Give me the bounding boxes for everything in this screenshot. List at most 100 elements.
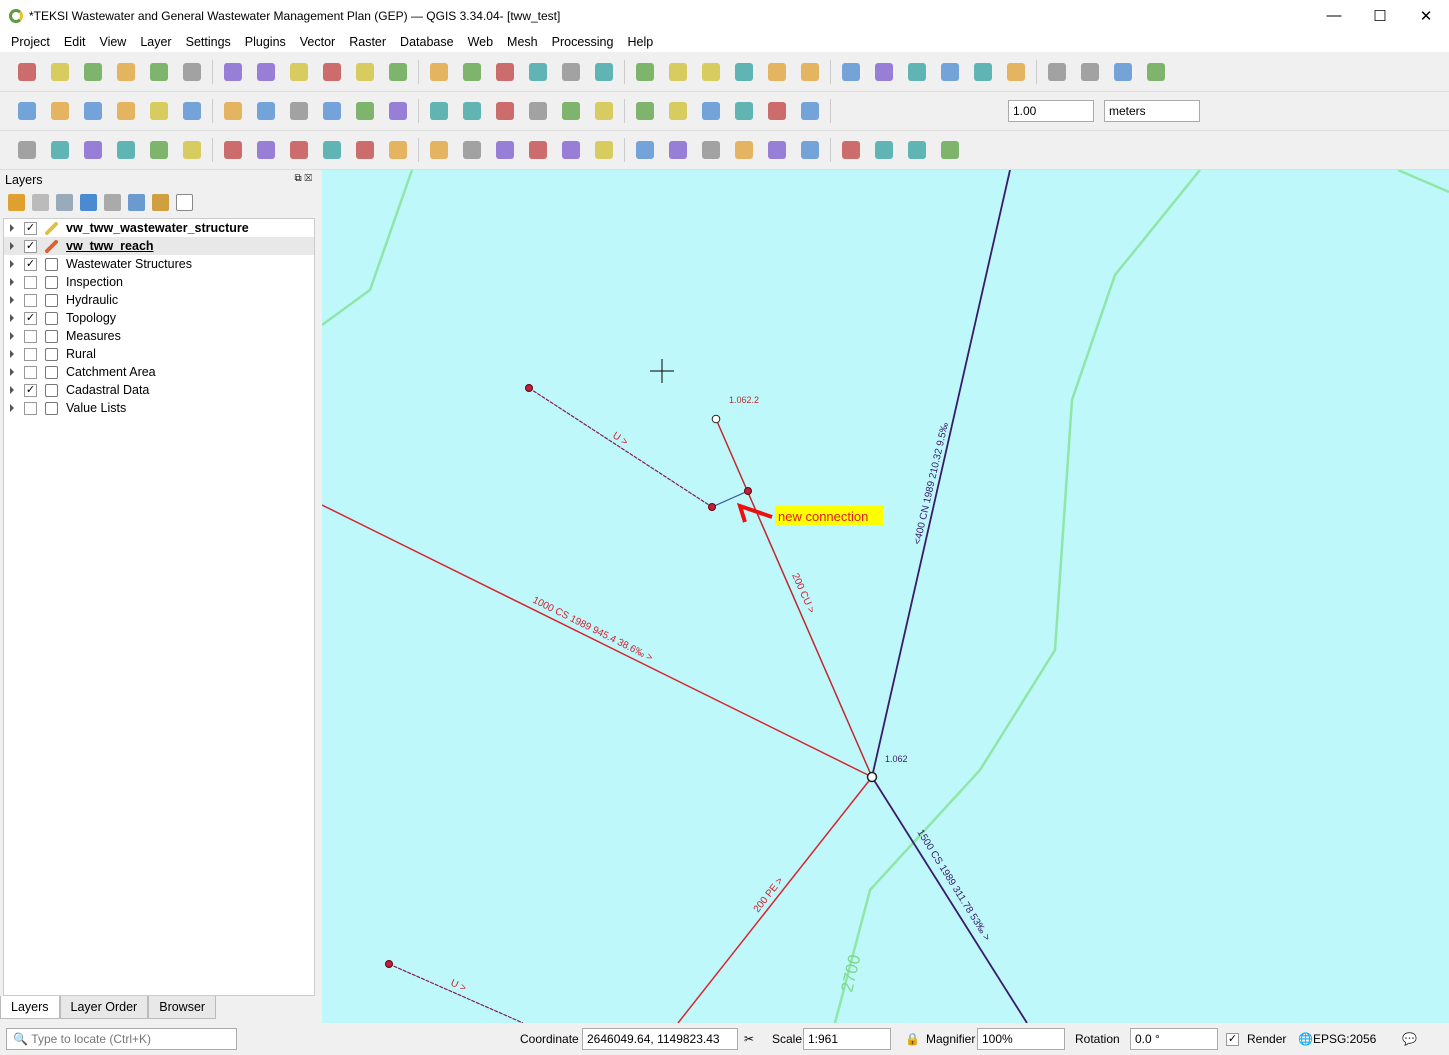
refresh-icon[interactable]: [731, 59, 757, 85]
cut-icon[interactable]: [253, 98, 279, 124]
copy-icon[interactable]: [286, 98, 312, 124]
reshape-icon[interactable]: [80, 137, 106, 163]
locator-input[interactable]: 🔍 Type to locate (Ctrl+K): [6, 1028, 237, 1050]
snap-vertex-icon[interactable]: [797, 98, 823, 124]
save-edits-icon[interactable]: [80, 98, 106, 124]
processing-toolbox-icon[interactable]: [970, 59, 996, 85]
split-parts-icon[interactable]: [492, 137, 518, 163]
scale-select[interactable]: 1:961: [803, 1028, 891, 1050]
collapse-all-icon[interactable]: [152, 194, 169, 211]
filter-icon[interactable]: [80, 194, 97, 211]
style-manager-icon[interactable]: [179, 59, 205, 85]
layer-item[interactable]: Catchment Area: [4, 363, 314, 381]
tab-layer-order[interactable]: Layer Order: [59, 996, 149, 1019]
menu-plugins[interactable]: Plugins: [238, 35, 293, 49]
tab-browser[interactable]: Browser: [148, 996, 217, 1019]
zoom-native-icon[interactable]: [459, 59, 485, 85]
deselect-icon[interactable]: [838, 59, 864, 85]
scale-icon[interactable]: [558, 137, 584, 163]
layout-manager-icon[interactable]: [146, 59, 172, 85]
map-svg[interactable]: 1.062.2 1.062 new connection U > U > 200…: [322, 170, 1449, 1023]
expand-arrow-icon[interactable]: [10, 404, 14, 412]
show-hide-label-icon[interactable]: [525, 98, 551, 124]
snapping-tolerance-input[interactable]: 1.00: [1008, 100, 1094, 122]
db-manager-icon[interactable]: [632, 137, 658, 163]
zoom-in-icon[interactable]: [286, 59, 312, 85]
vertex-tool-icon[interactable]: [146, 98, 172, 124]
layer-visibility-checkbox[interactable]: [24, 365, 37, 379]
simplify-icon[interactable]: [385, 137, 411, 163]
layer-visibility-checkbox[interactable]: [24, 293, 37, 307]
add-feature-icon[interactable]: [47, 137, 73, 163]
menu-web[interactable]: Web: [461, 35, 500, 49]
change-label-icon[interactable]: [632, 98, 658, 124]
rotate-label-icon[interactable]: [591, 98, 617, 124]
layer-visibility-checkbox[interactable]: [24, 329, 37, 343]
messages-icon[interactable]: 💬: [1402, 1028, 1417, 1050]
statistics-icon[interactable]: [1003, 59, 1029, 85]
layer-item[interactable]: Value Lists: [4, 399, 314, 417]
crs-button[interactable]: 🌐 EPSG:2056: [1298, 1028, 1376, 1050]
layer-item[interactable]: Hydraulic: [4, 291, 314, 309]
layer-select-icon[interactable]: [665, 137, 691, 163]
tww-trace-icon[interactable]: [937, 137, 963, 163]
python-console-icon[interactable]: [665, 98, 691, 124]
new-project-icon[interactable]: [14, 59, 40, 85]
split-icon[interactable]: [113, 137, 139, 163]
tab-layers[interactable]: Layers: [0, 996, 60, 1019]
redo-icon[interactable]: [385, 98, 411, 124]
eye-icon[interactable]: [56, 194, 73, 211]
fill-ring-icon[interactable]: [220, 137, 246, 163]
sql-icon[interactable]: [838, 137, 864, 163]
expand-arrow-icon[interactable]: [10, 224, 14, 232]
attribute-table-icon[interactable]: [937, 59, 963, 85]
trim-icon[interactable]: [591, 137, 617, 163]
menu-project[interactable]: Project: [4, 35, 57, 49]
layer-visibility-checkbox[interactable]: [24, 401, 37, 415]
layer-visibility-checkbox[interactable]: ✓: [24, 383, 37, 397]
identify-icon[interactable]: [904, 59, 930, 85]
menu-vector[interactable]: Vector: [293, 35, 342, 49]
add-group-icon[interactable]: [32, 194, 49, 211]
delete-selected-icon[interactable]: [220, 98, 246, 124]
offset-icon[interactable]: [146, 137, 172, 163]
zoom-out-icon[interactable]: [319, 59, 345, 85]
layer-item[interactable]: Measures: [4, 327, 314, 345]
layer-item[interactable]: ✓ Cadastral Data: [4, 381, 314, 399]
snap-mode-icon[interactable]: [764, 98, 790, 124]
expand-arrow-icon[interactable]: [10, 296, 14, 304]
move-label-icon[interactable]: [558, 98, 584, 124]
expand-arrow-icon[interactable]: [10, 350, 14, 358]
save-project-icon[interactable]: [80, 59, 106, 85]
expand-all-icon[interactable]: [128, 194, 145, 211]
menu-database[interactable]: Database: [393, 35, 461, 49]
tww-profile-icon[interactable]: [764, 137, 790, 163]
rotation-input[interactable]: 0.0 °: [1130, 1028, 1218, 1050]
new-print-layout-icon[interactable]: [113, 59, 139, 85]
add-ring-icon[interactable]: [179, 137, 205, 163]
digitize-icon[interactable]: [14, 98, 40, 124]
zoom-to-layer-icon[interactable]: [426, 59, 452, 85]
select-by-location-icon[interactable]: [871, 59, 897, 85]
tww-flow-icon[interactable]: [904, 137, 930, 163]
render-checkbox[interactable]: ✓: [1226, 1032, 1239, 1046]
undo-icon[interactable]: [352, 98, 378, 124]
temporal-controller-icon[interactable]: [698, 59, 724, 85]
expression-filter-icon[interactable]: [104, 194, 121, 211]
zoom-to-selection-icon[interactable]: [385, 59, 411, 85]
tww-wizard-icon[interactable]: [731, 137, 757, 163]
label-tool-icon[interactable]: [426, 98, 452, 124]
expand-arrow-icon[interactable]: [10, 332, 14, 340]
measure-icon[interactable]: [1077, 59, 1103, 85]
remove-layer-icon[interactable]: [176, 194, 193, 211]
snapping-units-select[interactable]: meters: [1104, 100, 1200, 122]
layer-item[interactable]: ✓ Topology: [4, 309, 314, 327]
magnifier-input[interactable]: 100%: [977, 1028, 1065, 1050]
expand-arrow-icon[interactable]: [10, 314, 14, 322]
coordinate-input[interactable]: 2646049.64, 1149823.43: [582, 1028, 738, 1050]
vertex-editor-icon[interactable]: [426, 137, 452, 163]
close-button[interactable]: ✕: [1403, 0, 1449, 31]
open-project-icon[interactable]: [47, 59, 73, 85]
pin-label-icon[interactable]: [492, 98, 518, 124]
select-by-expression-icon[interactable]: [797, 59, 823, 85]
